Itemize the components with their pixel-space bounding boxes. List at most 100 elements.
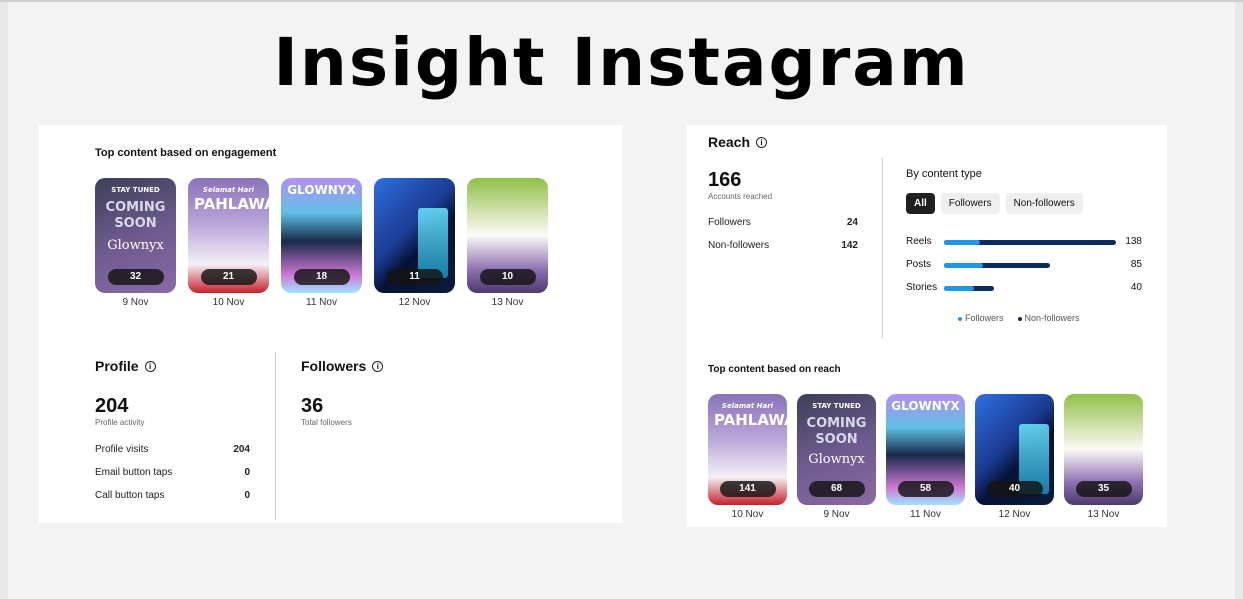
bar-value: 138 <box>1125 236 1142 247</box>
content-thumbnail[interactable]: GLOWNYX 18 11 Nov <box>281 178 362 308</box>
content-thumbnail[interactable]: Selamat HariPAHLAWAN 141 10 Nov <box>708 394 787 520</box>
thumbnail-headline: COMING SOON <box>105 200 166 231</box>
reach-title: Reach <box>708 134 751 150</box>
thumbnail-count: 32 <box>107 269 164 285</box>
non-followers-dot-icon <box>1017 316 1022 321</box>
bar-label: Stories <box>906 282 938 293</box>
thumbnail-image[interactable]: GLOWNYX 18 <box>281 178 362 293</box>
thumbnail-date: 13 Nov <box>1087 509 1120 520</box>
bar-followers-segment <box>944 286 974 291</box>
info-icon[interactable]: i <box>756 136 768 148</box>
bar-track <box>944 286 994 291</box>
followers-heading: Followers i <box>301 358 384 374</box>
content-thumbnail[interactable]: 10 13 Nov <box>467 178 548 308</box>
reach-rows: Followers 24 Non-followers 142 <box>708 217 858 251</box>
content-thumbnail[interactable]: GLOWNYX 58 11 Nov <box>886 394 965 520</box>
accounts-reached-label: Accounts reached <box>708 192 773 201</box>
bar-label: Reels <box>906 236 932 247</box>
engagement-thumbnail-list: STAY TUNED COMING SOON Glownyx 32 9 Nov Selam… <box>95 178 548 308</box>
accounts-reached-value: 166 <box>708 169 742 191</box>
legend-followers: Followers <box>958 313 1004 323</box>
thumbnail-headline: COMING SOON <box>806 416 867 447</box>
engagement-card: Top content based on engagement STAY TUN… <box>39 125 622 523</box>
thumbnail-image[interactable]: 40 <box>975 394 1054 505</box>
reach-row-non-followers: Non-followers 142 <box>708 240 858 251</box>
thumbnail-date: 13 Nov <box>491 297 524 308</box>
profile-row-visits: Profile visits 204 <box>95 444 250 455</box>
bars-legend: Followers Non-followers <box>958 313 1080 323</box>
content-thumbnail[interactable]: STAY TUNED COMING SOON Glownyx 32 9 Nov <box>95 178 176 308</box>
thumbnail-caption: Selamat Hari <box>202 186 255 194</box>
thumbnail-date: 9 Nov <box>122 297 149 308</box>
thumbnail-brand: Glownyx <box>808 451 865 467</box>
thumbnail-count: 21 <box>200 269 257 285</box>
thumbnail-count: 40 <box>986 481 1043 497</box>
profile-rows: Profile visits 204 Email button taps 0 C… <box>95 444 250 501</box>
filter-followers-button[interactable]: Followers <box>940 193 1000 214</box>
content-thumbnail[interactable]: STAY TUNED COMING SOON Glownyx 68 9 Nov <box>797 394 876 520</box>
reach-thumbnail-list: Selamat HariPAHLAWAN 141 10 Nov STAY TUNED C… <box>708 394 1143 520</box>
content-thumbnail[interactable]: Selamat HariPAHLAWAN 21 10 Nov <box>188 178 269 308</box>
top-content-engagement-title: Top content based on engagement <box>95 147 277 159</box>
reach-heading: Reach i <box>708 134 768 150</box>
thumbnail-count: 10 <box>479 269 536 285</box>
thumbnail-count: 141 <box>719 481 776 497</box>
bar-value: 40 <box>1130 282 1142 293</box>
thumbnail-count: 35 <box>1075 481 1132 497</box>
total-followers-value: 36 <box>301 395 324 417</box>
thumbnail-caption: STAY TUNED <box>111 186 160 194</box>
thumbnail-image[interactable]: STAY TUNED COMING SOON Glownyx 32 <box>95 178 176 293</box>
thumbnail-headline: PAHLAWAN <box>194 195 269 213</box>
bar-value: 85 <box>1130 259 1142 270</box>
bar-row-reels: Reels 138 <box>906 236 1142 248</box>
profile-title: Profile <box>95 358 139 374</box>
content-thumbnail[interactable]: 35 13 Nov <box>1064 394 1143 520</box>
thumbnail-count: 18 <box>293 269 350 285</box>
bar-track <box>944 263 1050 268</box>
thumbnail-image[interactable]: 11 <box>374 178 455 293</box>
filter-all-button[interactable]: All <box>906 193 935 214</box>
profile-heading: Profile i <box>95 358 156 374</box>
thumbnail-image[interactable]: Selamat HariPAHLAWAN 21 <box>188 178 269 293</box>
filter-non-followers-button[interactable]: Non-followers <box>1005 193 1083 214</box>
profile-activity-label: Profile activity <box>95 418 145 427</box>
profile-row-call: Call button taps 0 <box>95 490 250 501</box>
thumbnail-image[interactable]: 10 <box>467 178 548 293</box>
bar-track <box>944 240 1116 245</box>
thumbnail-graphic <box>418 208 448 278</box>
thumbnail-caption: STAY TUNED <box>812 402 861 410</box>
bar-row-stories: Stories 40 <box>906 282 1142 294</box>
thumbnail-count: 58 <box>897 481 954 497</box>
thumbnail-caption: Selamat Hari <box>721 402 774 410</box>
total-followers-label: Total followers <box>301 418 352 427</box>
content-filter-group: All Followers Non-followers <box>906 193 1089 214</box>
bar-followers-segment <box>944 240 981 245</box>
content-thumbnail[interactable]: 11 12 Nov <box>374 178 455 308</box>
top-content-reach-title: Top content based on reach <box>708 364 841 375</box>
thumbnail-date: 12 Nov <box>398 297 431 308</box>
followers-title: Followers <box>301 358 367 374</box>
by-content-type-title: By content type <box>906 168 982 180</box>
thumbnail-caption: GLOWNYX <box>891 399 960 413</box>
profile-row-email: Email button taps 0 <box>95 467 250 478</box>
section-divider <box>275 352 276 520</box>
thumbnail-date: 11 Nov <box>306 297 337 308</box>
bar-row-posts: Posts 85 <box>906 259 1142 271</box>
thumbnail-count: 11 <box>386 269 443 285</box>
thumbnail-count: 68 <box>808 481 865 497</box>
thumbnail-image[interactable]: Selamat HariPAHLAWAN 141 <box>708 394 787 505</box>
thumbnail-image[interactable]: GLOWNYX 58 <box>886 394 965 505</box>
thumbnail-image[interactable]: STAY TUNED COMING SOON Glownyx 68 <box>797 394 876 505</box>
info-icon[interactable]: i <box>144 360 156 372</box>
thumbnail-headline: PAHLAWAN <box>714 411 787 429</box>
legend-non-followers: Non-followers <box>1017 313 1080 323</box>
profile-activity-value: 204 <box>95 395 129 417</box>
bar-label: Posts <box>906 259 932 270</box>
page-title: Insight Instagram <box>273 24 970 101</box>
info-icon[interactable]: i <box>372 360 384 372</box>
thumbnail-caption: GLOWNYX <box>287 183 356 197</box>
thumbnail-date: 11 Nov <box>910 509 941 520</box>
thumbnail-date: 12 Nov <box>998 509 1031 520</box>
content-thumbnail[interactable]: 40 12 Nov <box>975 394 1054 520</box>
thumbnail-image[interactable]: 35 <box>1064 394 1143 505</box>
